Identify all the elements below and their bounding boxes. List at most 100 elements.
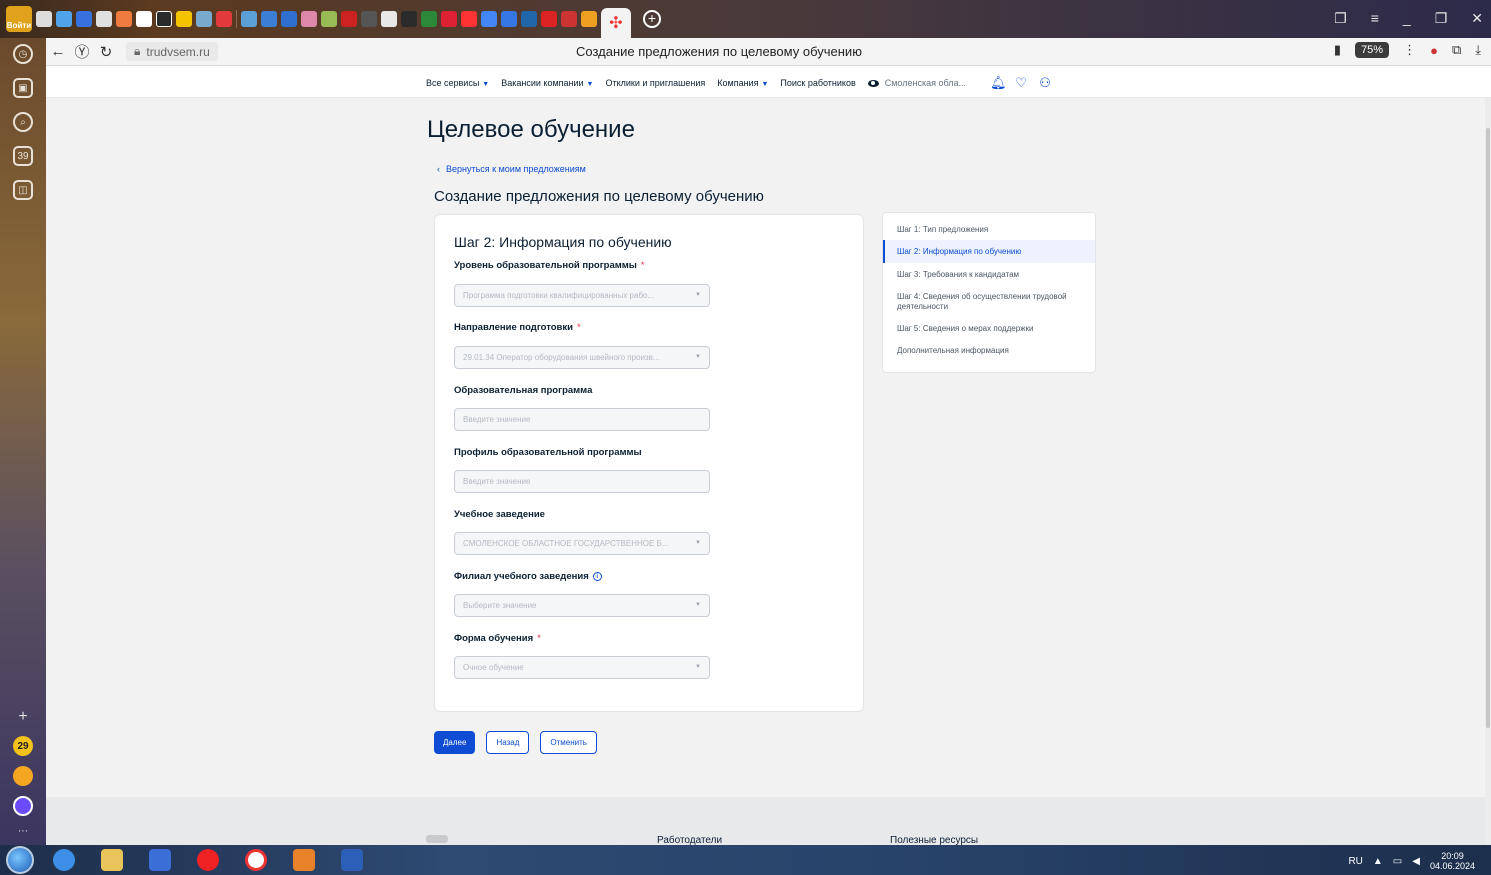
cancel-button[interactable]: Отменить [540, 731, 597, 754]
tab-icon[interactable] [301, 11, 317, 27]
tab-icon[interactable] [401, 11, 417, 27]
nav-all-services[interactable]: Все сервисы ▼ [426, 78, 489, 88]
yandex-icon[interactable]: Ⓨ [70, 41, 94, 62]
user-icon[interactable]: ⚇ [1038, 76, 1052, 90]
history-icon[interactable]: ◷ [13, 44, 33, 64]
tabs-icon[interactable]: ❐ [1334, 10, 1347, 27]
next-button[interactable]: Далее [434, 731, 476, 754]
nav-company-vacancies[interactable]: Вакансии компании ▼ [501, 78, 593, 88]
minimize-icon[interactable]: _ [1403, 10, 1411, 27]
tab-icon[interactable] [76, 11, 92, 27]
tab-icon[interactable] [156, 11, 172, 27]
tab-icon[interactable] [96, 11, 112, 27]
heart-icon[interactable]: ♡ [1014, 76, 1028, 90]
tab-icon[interactable] [561, 11, 577, 27]
network-icon[interactable]: ▭ [1393, 856, 1402, 867]
field-label-edu-program: Образовательная программа [454, 385, 592, 396]
clock[interactable]: 20:09 04.06.2024 [1430, 851, 1475, 871]
tab-icon[interactable] [421, 11, 437, 27]
active-tab[interactable]: ✣ [601, 8, 631, 38]
close-icon[interactable]: ✕ [1471, 10, 1483, 27]
url-field[interactable]: 🔒︎ trudvsem.ru [126, 42, 218, 61]
direction-select[interactable]: 29.01.34 Оператор оборудования швейного … [454, 346, 710, 369]
download-icon[interactable]: ⤓ [1475, 42, 1481, 58]
tab-icon[interactable] [216, 11, 232, 27]
explorer-icon[interactable] [94, 846, 130, 874]
screenshot-icon[interactable]: ◫ [13, 180, 33, 200]
nav-responses[interactable]: Отклики и приглашения [605, 78, 705, 88]
tab-icon[interactable] [341, 11, 357, 27]
back-button[interactable]: Назад [486, 731, 530, 754]
tab-icon[interactable] [321, 11, 337, 27]
edu-program-input[interactable]: Введите значение [454, 408, 710, 431]
bell-icon[interactable]: 🔔︎ [990, 76, 1007, 90]
volume-icon[interactable]: ◀ [1412, 856, 1420, 867]
page-scrollbar[interactable] [1485, 98, 1491, 845]
collections-icon[interactable]: ▣ [13, 78, 33, 98]
tab-icon[interactable] [281, 11, 297, 27]
step-4-link[interactable]: Шаг 4: Сведения об осуществлении трудово… [883, 285, 1095, 317]
share-icon[interactable]: ⧉ [1452, 42, 1461, 58]
tab-icon[interactable] [501, 11, 517, 27]
tab-icon[interactable] [136, 11, 152, 27]
media-icon[interactable] [142, 846, 178, 874]
extension-icon[interactable]: ● [1430, 43, 1438, 58]
search-icon[interactable]: ⌕ [13, 112, 33, 132]
tab-icon[interactable] [196, 11, 212, 27]
start-button[interactable] [6, 846, 34, 874]
nav-find-workers[interactable]: Поиск работников [780, 78, 855, 88]
tab-icon[interactable] [381, 11, 397, 27]
word-icon[interactable] [334, 846, 370, 874]
tab-icon[interactable] [261, 11, 277, 27]
calendar-icon[interactable]: 39 [13, 146, 33, 166]
language-indicator[interactable]: RU [1348, 856, 1362, 867]
eye-icon[interactable] [867, 79, 879, 87]
reload-icon[interactable]: ↻ [94, 43, 118, 61]
scrollbar-thumb[interactable] [1486, 128, 1490, 728]
add-panel-icon[interactable]: + [18, 708, 27, 726]
zen-icon[interactable] [13, 766, 33, 786]
tab-icon[interactable] [361, 11, 377, 27]
step-3-link[interactable]: Шаг 3: Требования к кандидатам [883, 263, 1095, 285]
menu-icon[interactable]: ≡ [1371, 10, 1379, 27]
step-5-link[interactable]: Шаг 5: Сведения о мерах поддержки [883, 317, 1095, 339]
app-icon[interactable] [286, 846, 322, 874]
back-arrow-icon[interactable]: ← [46, 43, 70, 60]
tab-icon[interactable] [581, 11, 597, 27]
tab-icon[interactable] [441, 11, 457, 27]
tab-icon[interactable] [36, 11, 52, 27]
branch-select[interactable]: Выберите значение ▼ [454, 594, 710, 617]
back-to-offers-link[interactable]: ‹ Вернуться к моим предложениям [437, 164, 586, 174]
restore-icon[interactable]: ❐ [1435, 10, 1448, 27]
tray-arrow-icon[interactable]: ▲ [1373, 856, 1383, 867]
new-tab-button[interactable]: + [643, 10, 661, 28]
yandex-browser-icon[interactable] [238, 846, 274, 874]
login-button[interactable]: Войти [6, 6, 32, 32]
ie-icon[interactable] [46, 846, 82, 874]
region-selector[interactable]: Смоленская обла... [867, 78, 966, 88]
bookmark-icon[interactable]: ▮ [1334, 42, 1341, 58]
more-icon[interactable]: ⋮ [1403, 42, 1416, 58]
zoom-indicator[interactable]: 75% [1355, 42, 1390, 58]
opera-icon[interactable] [190, 846, 226, 874]
program-level-select[interactable]: Программа подготовки квалифицированных р… [454, 284, 710, 307]
nav-company[interactable]: Компания ▼ [717, 78, 768, 88]
tab-icon[interactable] [461, 11, 477, 27]
tab-icon[interactable] [541, 11, 557, 27]
step-2-link[interactable]: Шаг 2: Информация по обучению [883, 240, 1095, 263]
institution-select[interactable]: СМОЛЕНСКОЕ ОБЛАСТНОЕ ГОСУДАРСТВЕННОЕ Б..… [454, 532, 710, 555]
tab-icon[interactable] [176, 11, 192, 27]
study-form-select[interactable]: Очное обучение ▼ [454, 656, 710, 679]
alice-icon[interactable] [13, 796, 33, 816]
tab-icon[interactable] [116, 11, 132, 27]
more-icon[interactable]: ⋯ [18, 826, 28, 837]
additional-info-link[interactable]: Дополнительная информация [883, 339, 1095, 361]
info-icon[interactable]: i [592, 572, 602, 581]
tab-icon[interactable] [521, 11, 537, 27]
tab-icon[interactable] [56, 11, 72, 27]
step-1-link[interactable]: Шаг 1: Тип предложения [883, 221, 1095, 240]
tab-icon[interactable] [481, 11, 497, 27]
profile-input[interactable]: Введите значение [454, 470, 710, 493]
tab-icon[interactable] [241, 11, 257, 27]
notifications-badge[interactable]: 29 [13, 736, 33, 756]
